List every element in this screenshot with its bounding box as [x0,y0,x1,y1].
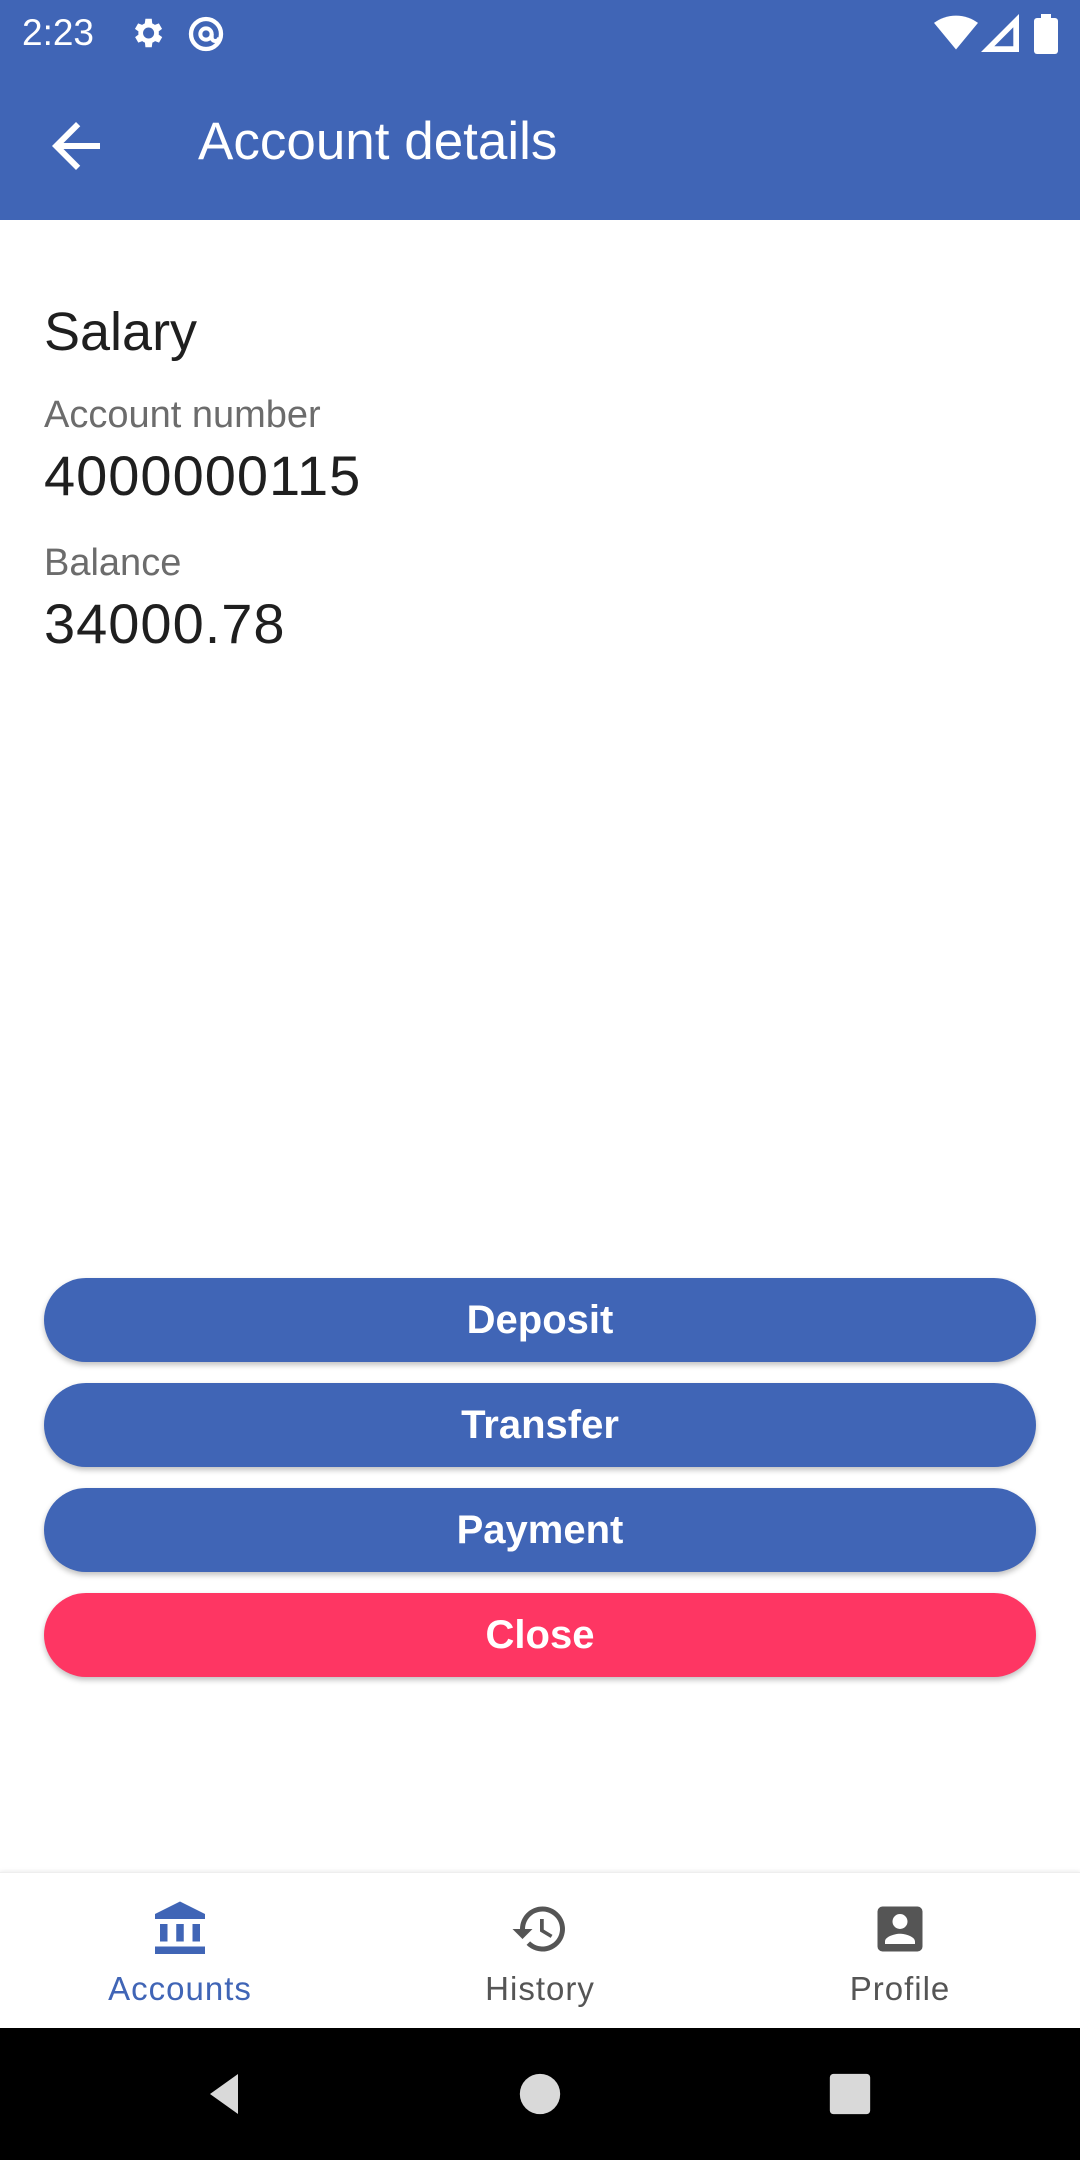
square-recents-icon [829,2073,871,2115]
account-number-value: 4000000115 [44,444,362,507]
nav-label-accounts: Accounts [108,1970,252,2007]
settings-icon [128,14,166,57]
triangle-back-icon [210,2074,238,2114]
at-sign-icon [186,14,226,59]
transfer-button[interactable]: Transfer [44,1383,1036,1467]
page-title: Account details [198,112,558,171]
close-account-button[interactable]: Close [44,1593,1036,1677]
account-details: Salary Account number 4000000115 Balance… [44,300,1036,656]
nav-item-history[interactable]: History [360,1873,720,2029]
balance-label: Balance [44,542,182,584]
nav-item-profile[interactable]: Profile [720,1873,1080,2029]
system-navigation-bar [0,2028,1080,2160]
profile-icon [870,1899,930,1959]
status-bar: 2:23 [0,0,1080,66]
nav-label-history: History [485,1970,595,2007]
status-time: 2:23 [22,12,95,53]
back-button[interactable] [40,110,112,182]
system-home-button[interactable] [518,2072,562,2121]
battery-icon [1034,14,1058,59]
history-icon [510,1899,570,1959]
payment-button[interactable]: Payment [44,1488,1036,1572]
bottom-navigation: Accounts History Profile [0,1872,1080,2029]
account-number-label: Account number [44,394,321,436]
system-recents-button[interactable] [828,2072,872,2121]
signal-icon [980,14,1020,57]
deposit-button[interactable]: Deposit [44,1278,1036,1362]
wifi-icon [934,14,978,57]
account-name: Salary [44,302,198,362]
app-bar: Account details [0,66,1080,220]
arrow-back-icon [40,122,112,186]
system-back-button[interactable] [200,2070,248,2123]
nav-item-accounts[interactable]: Accounts [0,1873,360,2029]
bank-icon [150,1899,210,1959]
balance-value: 34000.78 [44,592,286,655]
nav-label-profile: Profile [849,1970,951,2007]
circle-home-icon [519,2073,561,2115]
